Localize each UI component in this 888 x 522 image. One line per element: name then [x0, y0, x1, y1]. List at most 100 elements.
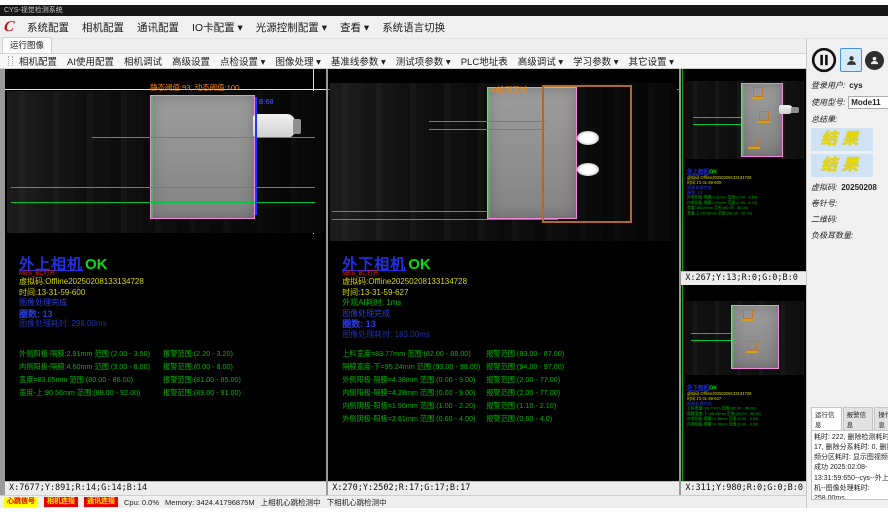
baseline-green-1 [92, 137, 315, 138]
baseline-green-1 [429, 121, 545, 122]
camera-panel-upper-outer: B:68 静态阈值:93, 动态阈值:100 外上相机OK MES_BC打开 虚… [5, 69, 326, 495]
camera-view-lower-outer[interactable]: AI检测区域 外下相机OK MES_BC打开 虚拟码:Offline202502… [328, 69, 679, 481]
process-time-line: 图像处理耗时: 183.00ms [342, 330, 677, 341]
toolbar: 相机配置 AI使用配置 相机调试 高级设置 点检设置 ▾ 图像处理 ▾ 基准线参… [0, 54, 806, 69]
login-user-row: 登录用户: cys [811, 80, 888, 91]
winding-pin-label: 卷针号: [811, 198, 837, 209]
pixel-coords-readout-thumb-top: X:267;Y:13;R:0;G:0;B:0 [681, 271, 806, 285]
ai-box [753, 87, 763, 97]
camera-view-upper-outer[interactable]: B:68 静态阈值:93, 动态阈值:100 外上相机OK MES_BC打开 虚… [5, 69, 326, 481]
menu-comm-config[interactable]: 通讯配置 [137, 20, 179, 35]
measurement-value: 上料宽度=83.77mm 范围:(82.00 - 88.00) [342, 349, 470, 359]
log-tab-run-info[interactable]: 运行信息 [811, 407, 842, 430]
lower-camera-heartbeat-label: 下相机心跳检测中 [327, 497, 387, 508]
alarm-range: 报警范围:(2.00 - 77.00) [486, 375, 560, 385]
result-ok-badge: OK [408, 256, 431, 273]
baseline-green [691, 340, 731, 341]
turn-count-line: 圈数: 13 [342, 319, 677, 330]
result-block-left: 外上相机OK MES_BC打开 虚拟码:Offline2025020813313… [19, 257, 324, 330]
tool-learning-params[interactable]: 学习参数 ▾ [573, 54, 618, 68]
tool-other-settings[interactable]: 其它设置 ▾ [629, 54, 674, 68]
tab-run-image[interactable]: 运行图像 [2, 37, 52, 53]
tool-image-processing[interactable]: 图像处理 ▾ [275, 54, 320, 68]
virtual-code-line: 虚拟码:Offline20250208133134728 [19, 277, 324, 288]
alarm-range: 报警范围:(83.00 - 87.00) [486, 349, 564, 359]
baseline-green [691, 333, 731, 334]
threshold-overlay-label: 静态阈值:93, 动态阈值:100 [150, 82, 239, 93]
qr-code-label: 二维码: [811, 214, 837, 225]
baseline-green-3 [332, 211, 558, 212]
blue-marker-label: B:68 [259, 99, 273, 106]
measurement-row: 内侧阳极-隔膜=4.28mm 范围:(0.00 - 9.00)报警范围:(2.0… [342, 388, 677, 401]
menu-camera-config[interactable]: 相机配置 [82, 20, 124, 35]
login-user-label: 登录用户: [811, 80, 845, 91]
baseline-green-2 [11, 187, 315, 188]
baseline-green [693, 117, 741, 118]
alarm-range: 报警范围:(89.00 - 91.00) [163, 388, 241, 398]
camera-image-left: B:68 [7, 91, 324, 233]
model-value-field[interactable]: Mode11 [848, 96, 888, 109]
measurement-value: 内侧阳极-隔膜=4.28mm 范围:(0.00 - 9.00) [342, 388, 475, 398]
thumbnail-lower-camera[interactable]: 外下相机OK 虚拟码:Offline20250208133134728 时间:1… [681, 285, 806, 481]
measurement-row: 内侧阴极-阳极=1.90mm 范围:(1.00 - 2.20)报警范围:(1.1… [342, 401, 677, 414]
thumbnail-upper-camera[interactable]: 外上相机OK 虚拟码:Offline20250208133134728 时间:1… [681, 69, 806, 271]
time-line: 时间:13-31-59-600 [19, 288, 324, 299]
log-tab-alarm-info[interactable]: 报警信息 [843, 407, 874, 430]
switch-user-button[interactable] [865, 51, 884, 70]
pause-button[interactable] [811, 47, 837, 73]
tool-test-params[interactable]: 测试项参数 ▾ [396, 54, 451, 68]
result-block-middle: 外下相机OK MES_BC打开 虚拟码:Offline2025020813313… [342, 257, 677, 340]
neg-tab-count-row: 负极耳数量: [811, 230, 888, 241]
tool-plc-address[interactable]: PLC地址表 [461, 54, 508, 68]
work-area: 运行图像 相机配置 AI使用配置 相机调试 高级设置 点检设置 ▾ 图像处理 ▾… [0, 39, 888, 508]
ai-box [759, 111, 769, 121]
measurement-row: 宽度-上:90.56mm 范围:(88.00 - 92.00)报警范围:(89.… [19, 388, 324, 401]
thumb-green-line [682, 69, 683, 271]
baseline-green [693, 124, 741, 125]
tool-ai-config[interactable]: AI使用配置 [67, 54, 114, 68]
main-camera-area: B:68 静态阈值:93, 动态阈值:100 外上相机OK MES_BC打开 虚… [0, 69, 806, 495]
time-line: 时间:13-31-59-627 [342, 288, 677, 299]
log-tabs: 运行信息 报警信息 操作信息 [811, 407, 888, 430]
pixel-coords-readout-left: X:7677;Y:891;R:14;G:14;B:14 [5, 481, 326, 495]
tool-camera-debug[interactable]: 相机调试 [124, 54, 162, 68]
ai-time-line: 外观AI耗时: 1ms [342, 298, 677, 309]
current-user-button[interactable] [840, 48, 862, 72]
menu-system-config[interactable]: 系统配置 [27, 20, 69, 35]
measurement-list-middle: 上料宽度=83.77mm 范围:(82.00 - 88.00) 报警范围:(83.… [342, 349, 677, 427]
menu-view[interactable]: 查看 ▾ [340, 20, 369, 35]
measurement-row: 宽度=83.05mm 范围:(80.00 - 86.00)报警范围:(81.00… [19, 375, 324, 388]
pixel-coords-readout-thumb-bottom: X:311;Y:980;R:0;G:0;B:0 [681, 481, 806, 495]
measurement-value: 外侧阳极-隔膜=4.38mm 范围:(0.00 - 9.00) [342, 375, 475, 385]
log-tab-operation-info[interactable]: 操作信息 [874, 407, 888, 430]
tool-camera-config[interactable]: 相机配置 [19, 54, 57, 68]
menu-light-config[interactable]: 光源控制配置 ▾ [256, 20, 327, 35]
menu-language-switch[interactable]: 系统语言切换 [382, 20, 445, 35]
user-icon [845, 54, 858, 67]
camera-connection-badge: 相机连接 [44, 497, 78, 507]
virtual-code-label: 虚拟码: [811, 182, 837, 193]
virtual-code-row: 虚拟码: 20250208 [811, 182, 888, 193]
thumb-green-line [682, 285, 683, 481]
tool-baseline-params[interactable]: 基准线参数 ▾ [331, 54, 386, 68]
tab-connector [779, 105, 793, 114]
result-ok-badge: OK [85, 256, 108, 273]
log-text: 耗时: 222, 删除检测耗时: 17, 删除分系耗时: 0, 删除视频分区耗时… [814, 434, 888, 500]
tool-advanced-settings[interactable]: 高级设置 [172, 54, 210, 68]
alarm-range: 报警范围:(0.00 - 8.00) [163, 362, 233, 372]
menu-io-config[interactable]: IO卡配置 ▾ [192, 20, 243, 35]
camera-image-middle: AI检测区域 [330, 83, 677, 241]
measurement-list-left: 外侧阳极-隔膜:2.91mm 范围:(2.00 - 3.50)报警范围:(2.2… [19, 349, 324, 401]
process-time-line: 图像处理耗时: 298.00ms [19, 319, 324, 330]
ai-box [747, 341, 757, 351]
tool-spot-check[interactable]: 点检设置 ▾ [220, 54, 265, 68]
window-titlebar: CYS-视觉检测系统 [0, 5, 888, 16]
app-logo-icon: C [3, 20, 15, 35]
log-output-box[interactable]: 耗时: 222, 删除检测耗时: 17, 删除分系耗时: 0, 删除视频分区耗时… [811, 430, 888, 500]
thumb-image [685, 81, 804, 159]
alarm-range: 报警范围:(81.00 - 85.00) [163, 375, 241, 385]
control-panel: 登录用户: cys 使用型号: Mode11 总结果: 结果 结果 虚拟码: 2… [806, 39, 888, 508]
alarm-range: 报警范围:(0.60 - 4.0) [486, 414, 552, 424]
tool-advanced-debug[interactable]: 高级调试 ▾ [518, 54, 563, 68]
measurement-value: 外侧阳极-隔膜:2.91mm 范围:(2.00 - 3.50) [19, 349, 150, 359]
